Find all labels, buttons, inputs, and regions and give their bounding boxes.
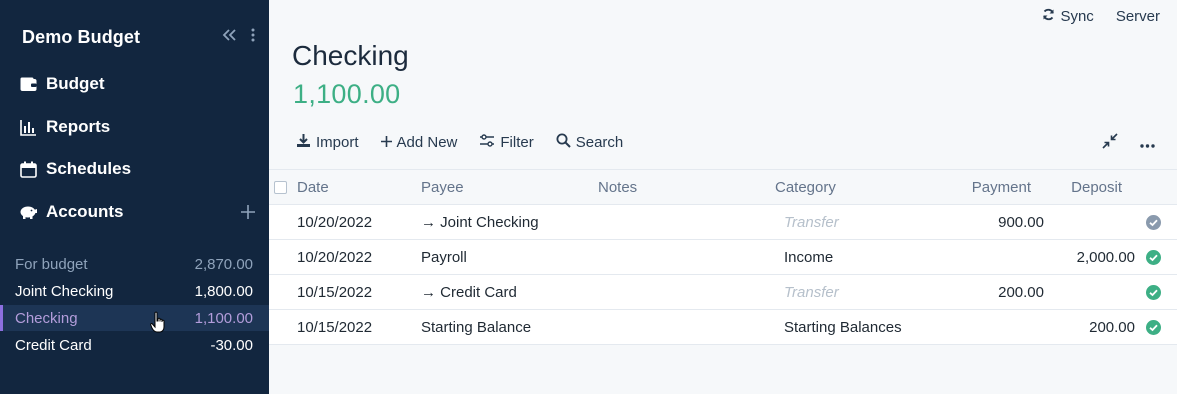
filter-label: Filter: [500, 134, 534, 151]
account-credit-card[interactable]: Credit Card -30.00: [0, 332, 269, 358]
wallet-icon: [18, 74, 38, 94]
row-category[interactable]: Income: [784, 240, 833, 274]
row-deposit[interactable]: 2,000.00: [1077, 240, 1135, 274]
row-category[interactable]: Transfer: [784, 275, 839, 309]
sync-button[interactable]: Sync: [1042, 8, 1094, 25]
row-date[interactable]: 10/15/2022: [297, 275, 372, 309]
row-date[interactable]: 10/20/2022: [297, 205, 372, 239]
search-button[interactable]: Search: [556, 133, 624, 152]
row-payment[interactable]: 900.00: [998, 205, 1044, 239]
bar-chart-icon: [18, 117, 38, 137]
row-payee[interactable]: Payroll: [421, 240, 467, 274]
sync-label: Sync: [1060, 8, 1094, 25]
budget-title[interactable]: Demo Budget: [22, 27, 140, 48]
search-label: Search: [575, 134, 624, 151]
header-date[interactable]: Date: [297, 170, 329, 204]
import-label: Import: [316, 134, 359, 151]
nav-schedules-label: Schedules: [46, 159, 132, 178]
sidebar-header: Demo Budget: [22, 26, 255, 48]
account-balance-total: 1,100.00: [293, 79, 401, 109]
select-all-checkbox[interactable]: [274, 170, 287, 204]
pending-check-icon[interactable]: [1146, 205, 1161, 239]
collapse-sidebar-icon[interactable]: [221, 28, 237, 47]
table-row[interactable]: 10/20/2022 Payroll Income 2,000.00: [269, 240, 1177, 275]
account-balance: -30.00: [210, 336, 253, 354]
plus-icon: [380, 134, 392, 151]
header-deposit[interactable]: Deposit: [1071, 170, 1122, 204]
header-payment[interactable]: Payment: [972, 170, 1031, 204]
filter-button[interactable]: Filter: [479, 134, 534, 151]
table-header-row: Date Payee Notes Category Payment Deposi…: [269, 169, 1177, 205]
toolbar: Import Add New Filter Search: [296, 133, 623, 152]
row-payee[interactable]: → Joint Checking: [421, 205, 539, 239]
row-deposit[interactable]: 200.00: [1089, 310, 1135, 344]
hand-cursor-icon: [150, 311, 166, 340]
row-category[interactable]: Starting Balances: [784, 310, 902, 344]
nav-accounts-label: Accounts: [46, 202, 124, 221]
row-category[interactable]: Transfer: [784, 205, 839, 239]
account-balance: 2,870.00: [194, 255, 253, 273]
row-date[interactable]: 10/20/2022: [297, 240, 372, 274]
sync-icon: [1042, 8, 1055, 25]
header-category[interactable]: Category: [775, 170, 836, 204]
add-new-label: Add New: [396, 134, 458, 151]
account-title[interactable]: Checking: [292, 40, 409, 72]
more-horizontal-icon[interactable]: [1140, 135, 1155, 153]
account-checking[interactable]: Checking 1,100.00: [0, 305, 269, 331]
topbar: Sync Server: [1042, 8, 1160, 25]
header-notes[interactable]: Notes: [598, 170, 637, 204]
transactions-table: Date Payee Notes Category Payment Deposi…: [269, 169, 1177, 345]
account-for-budget[interactable]: For budget 2,870.00: [0, 251, 269, 277]
account-name: Joint Checking: [15, 282, 114, 300]
download-icon: [296, 133, 311, 152]
import-button[interactable]: Import: [296, 133, 359, 152]
piggy-bank-icon: [18, 202, 38, 222]
filter-sliders-icon: [479, 134, 495, 151]
nav-schedules[interactable]: Schedules: [18, 156, 255, 182]
table-row[interactable]: 10/20/2022 → Joint Checking Transfer 900…: [269, 205, 1177, 240]
more-vertical-icon[interactable]: [251, 28, 255, 47]
nav-reports-label: Reports: [46, 117, 111, 136]
account-balance: 1,800.00: [194, 282, 253, 300]
server-button[interactable]: Server: [1116, 8, 1160, 25]
row-date[interactable]: 10/15/2022: [297, 310, 372, 344]
cleared-check-icon[interactable]: [1146, 275, 1161, 309]
collapse-arrows-icon[interactable]: [1102, 133, 1118, 154]
header-payee[interactable]: Payee: [421, 170, 464, 204]
nav-reports[interactable]: Reports: [18, 114, 255, 140]
add-new-button[interactable]: Add New: [380, 134, 458, 151]
account-name: For budget: [15, 255, 88, 273]
sidebar: Demo Budget Budget Reports Schedules Acc…: [0, 0, 269, 394]
toolbar-right: [1102, 133, 1155, 154]
row-payee[interactable]: Starting Balance: [421, 310, 531, 344]
nav-budget-label: Budget: [46, 74, 105, 93]
account-name: Credit Card: [15, 336, 92, 354]
row-payee[interactable]: → Credit Card: [421, 275, 517, 309]
calendar-icon: [18, 159, 38, 179]
table-row[interactable]: 10/15/2022 → Credit Card Transfer 200.00: [269, 275, 1177, 310]
add-account-icon[interactable]: [241, 205, 255, 219]
search-icon: [556, 133, 571, 152]
nav-accounts[interactable]: Accounts: [18, 199, 255, 225]
row-payment[interactable]: 200.00: [998, 275, 1044, 309]
table-row[interactable]: 10/15/2022 Starting Balance Starting Bal…: [269, 310, 1177, 345]
nav-budget[interactable]: Budget: [18, 71, 255, 97]
cleared-check-icon[interactable]: [1146, 310, 1161, 344]
cleared-check-icon[interactable]: [1146, 240, 1161, 274]
account-joint-checking[interactable]: Joint Checking 1,800.00: [0, 278, 269, 304]
account-name: Checking: [15, 309, 78, 327]
account-balance: 1,100.00: [194, 309, 253, 327]
